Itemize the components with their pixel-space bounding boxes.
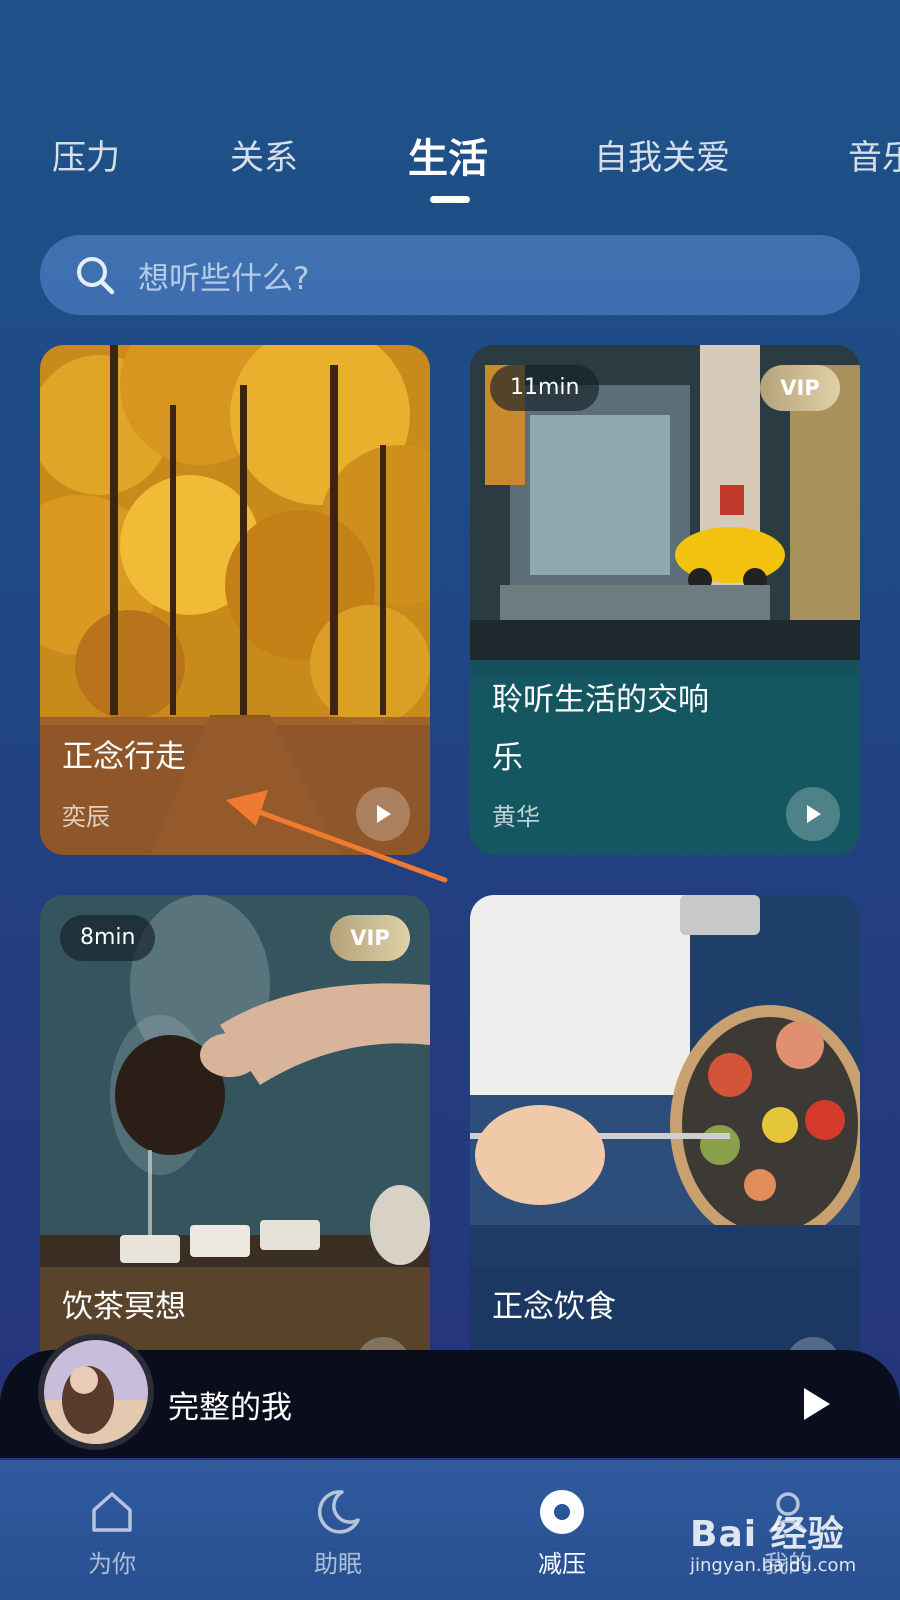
- card-title: 正念饮食: [492, 1289, 616, 1325]
- play-icon[interactable]: [798, 1386, 834, 1422]
- nav-label: 助眠: [314, 1550, 362, 1578]
- search-icon: [77, 257, 115, 295]
- album-cover-image: [44, 1340, 148, 1444]
- vip-badge: VIP: [760, 365, 840, 411]
- card-life-symphony[interactable]: 11min VIP 聆听生活的交响 乐 黄华: [470, 345, 860, 855]
- tab-life[interactable]: 生活: [408, 126, 488, 184]
- duration-badge: 11min: [490, 365, 600, 411]
- card-title-line1: 聆听生活的交响: [492, 682, 709, 718]
- tab-music[interactable]: 音乐: [848, 130, 900, 179]
- play-button[interactable]: [356, 787, 410, 841]
- card-author: 奕辰: [62, 803, 110, 831]
- tab-self-care[interactable]: 自我关爱: [594, 130, 730, 179]
- watermark-sub: jingyan.baidu.com: [690, 1555, 857, 1576]
- watermark: Bai 经验 jingyan.baidu.com: [690, 1505, 856, 1576]
- focus-circle-icon: [540, 1490, 584, 1534]
- nav-stress-relief[interactable]: 减压: [502, 1486, 622, 1579]
- card-title-line2: 乐: [492, 740, 523, 776]
- search-bar[interactable]: 想听些什么?: [40, 235, 860, 315]
- tab-relationship[interactable]: 关系: [230, 130, 298, 179]
- now-playing-title: 完整的我: [168, 1390, 292, 1426]
- nav-sleep[interactable]: 助眠: [278, 1486, 398, 1579]
- mini-player[interactable]: 完整的我: [0, 1334, 900, 1458]
- nav-for-you[interactable]: 为你: [52, 1486, 172, 1579]
- card-title: 正念行走: [62, 739, 186, 775]
- search-placeholder: 想听些什么?: [138, 260, 310, 297]
- nav-label: 为你: [88, 1550, 136, 1578]
- card-mindful-walking[interactable]: 正念行走 奕辰: [40, 345, 430, 855]
- nav-label: 减压: [538, 1550, 586, 1578]
- card-title: 饮茶冥想: [62, 1289, 186, 1325]
- play-button[interactable]: [786, 787, 840, 841]
- home-icon: [92, 1492, 132, 1532]
- card-author: 黄华: [492, 803, 540, 831]
- duration-badge: 8min: [60, 915, 156, 961]
- card-tea-meditation[interactable]: 8min VIP 饮茶冥想: [40, 895, 430, 1405]
- watermark-main: Bai 经验: [690, 1514, 845, 1555]
- tab-pressure[interactable]: 压力: [52, 130, 120, 179]
- moon-icon: [317, 1490, 360, 1534]
- album-cover: [38, 1334, 154, 1450]
- play-icon: [377, 805, 391, 823]
- play-icon: [807, 805, 821, 823]
- card-mindful-eating[interactable]: 正念饮食 黄华: [470, 895, 860, 1405]
- vip-badge: VIP: [330, 915, 410, 961]
- active-tab-indicator: [430, 196, 470, 203]
